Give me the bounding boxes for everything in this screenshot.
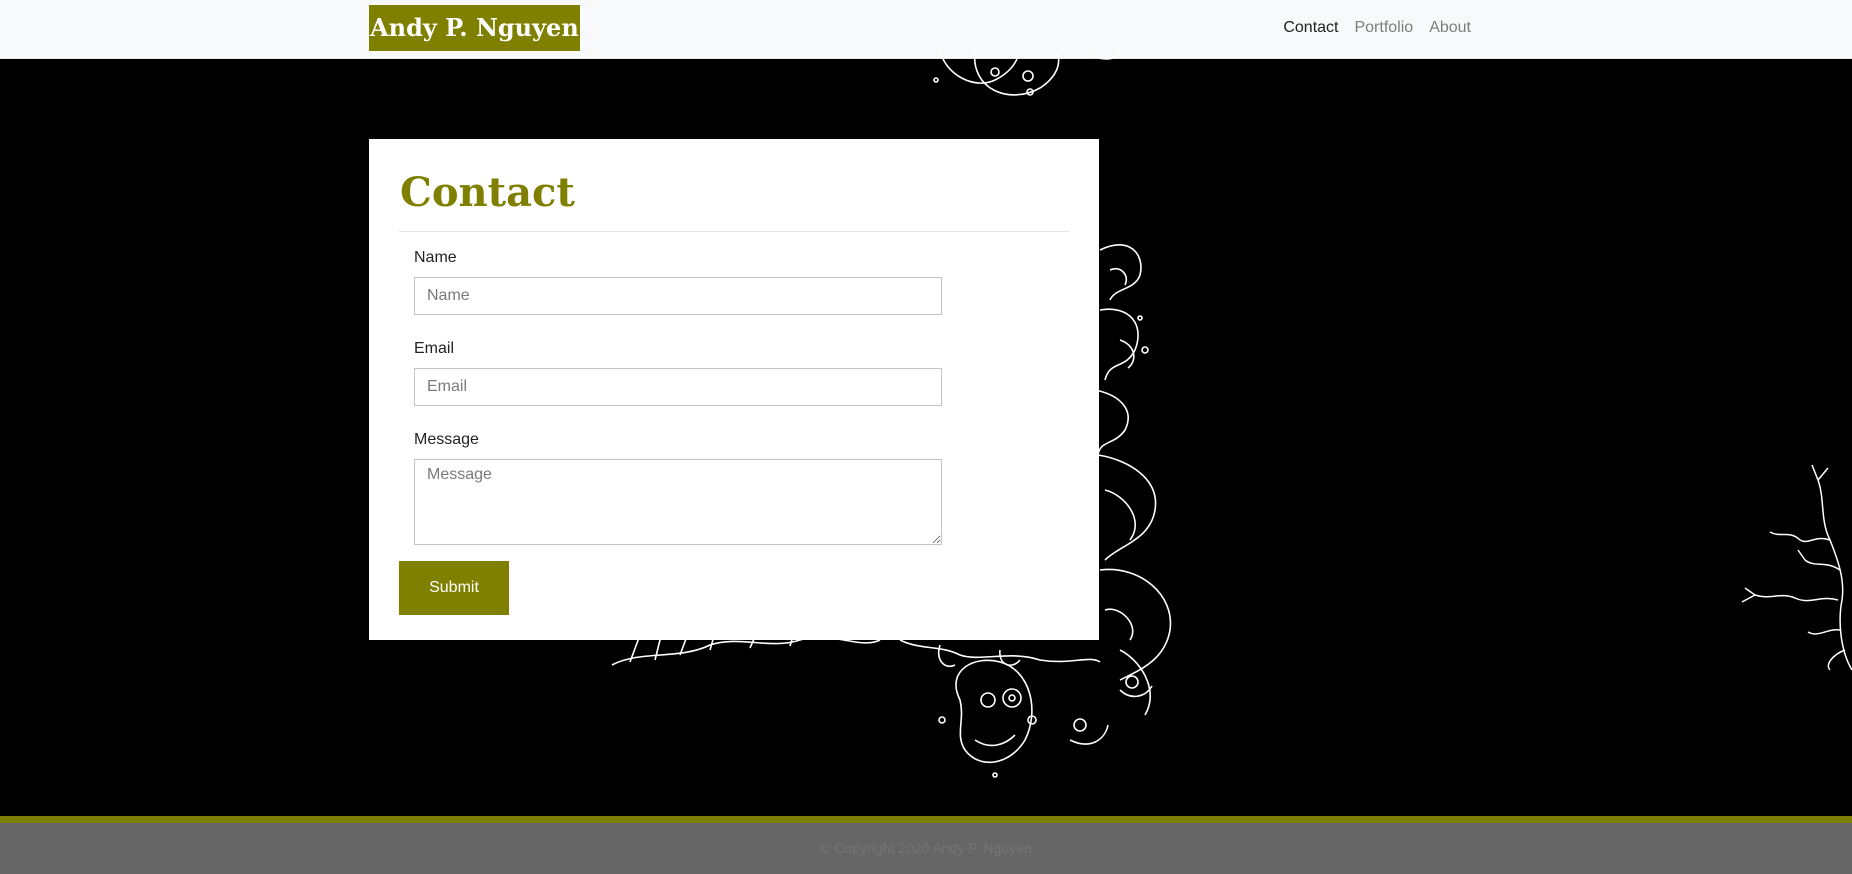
contact-card: Contact Name Email Message Submit [369,139,1099,640]
footer-accent-bar [0,816,1852,823]
tree-illustration [1741,464,1852,670]
brand-logo[interactable]: Andy P. Nguyen [369,5,580,51]
footer: © Copyright 2020 Andy P. Nguyen [0,823,1852,874]
name-label: Name [414,249,457,266]
message-textarea[interactable] [414,459,942,545]
name-input[interactable] [414,277,942,315]
contact-form: Name Email Message Submit [399,232,1069,615]
email-input[interactable] [414,368,942,406]
email-label: Email [414,340,455,357]
message-label: Message [414,431,479,448]
page-title: Contact [400,169,575,216]
copyright-text: © Copyright 2020 Andy P. Nguyen [820,840,1032,856]
nav-link-portfolio[interactable]: Portfolio [1354,19,1413,37]
nav-link-contact[interactable]: Contact [1283,19,1338,37]
nav-links: Contact Portfolio About [1283,0,1471,55]
submit-button[interactable]: Submit [399,561,509,615]
nav-link-about[interactable]: About [1429,19,1471,37]
